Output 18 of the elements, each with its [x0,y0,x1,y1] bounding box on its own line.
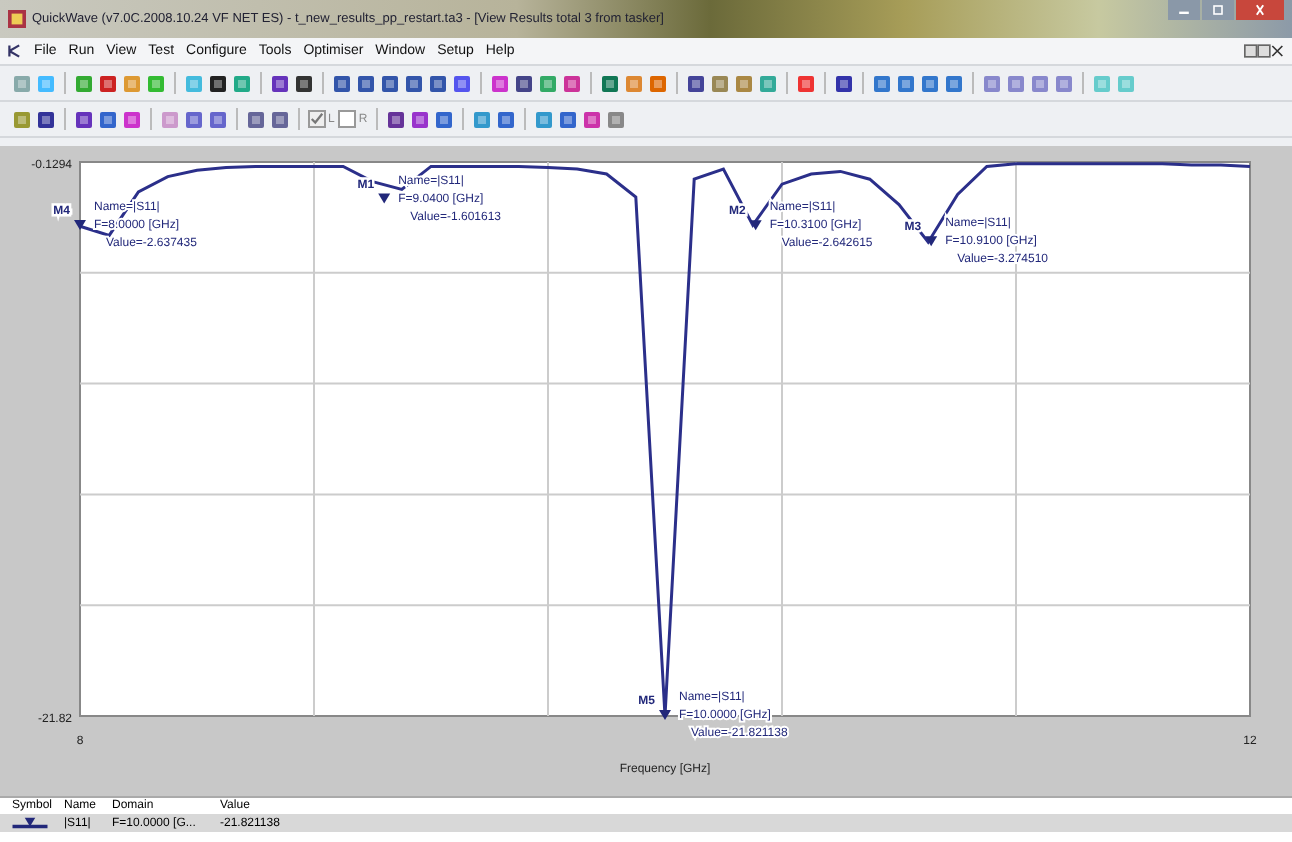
close-icon [1252,4,1268,16]
document-icon [8,44,22,58]
check-icon [310,112,324,126]
app-icon [8,10,26,28]
marker-icon [659,710,671,721]
maximize-icon [1210,4,1226,16]
maximize-button[interactable] [1202,0,1234,20]
window-controls-icon [1244,44,1284,58]
marker-icon [749,220,762,231]
close-button[interactable] [1236,0,1284,20]
marker-icon [378,193,391,204]
checkbox[interactable] [338,110,357,128]
toolbar-icon[interactable] [385,109,406,129]
marker-icon [74,220,86,231]
minimize-button[interactable] [1168,0,1200,20]
marker-icon [925,236,938,247]
checkbox[interactable] [308,110,326,128]
line-symbol-icon [12,816,48,830]
